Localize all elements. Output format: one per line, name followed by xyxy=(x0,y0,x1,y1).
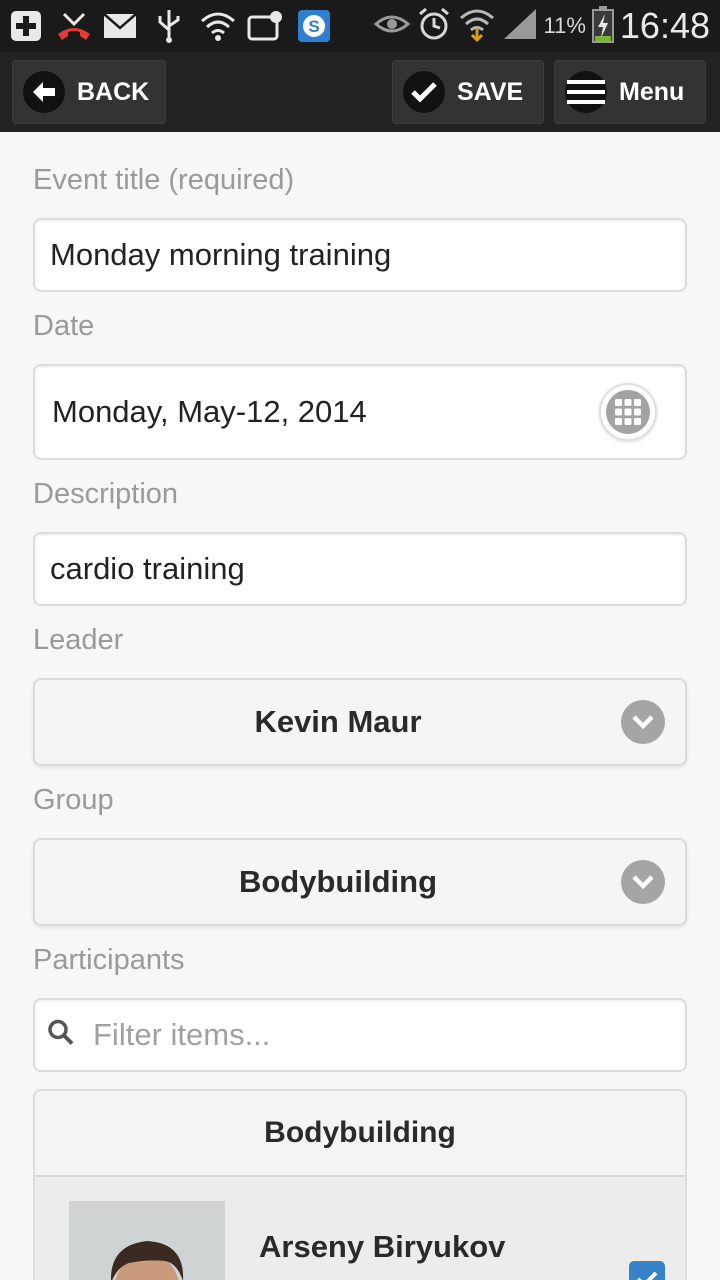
save-label: SAVE xyxy=(457,77,524,106)
nfc-icon xyxy=(246,8,284,44)
avatar xyxy=(69,1201,225,1280)
eye-icon xyxy=(373,10,410,43)
status-right-group: 11% 16:48 xyxy=(373,2,710,50)
leader-label: Leader xyxy=(33,624,124,656)
leader-select[interactable]: Kevin Maur xyxy=(33,678,687,766)
alarm-icon xyxy=(416,6,452,47)
event-title-label: Event title (required) xyxy=(33,164,295,196)
calendar-button[interactable] xyxy=(599,383,657,441)
save-button[interactable]: SAVE xyxy=(392,60,544,124)
description-value: cardio training xyxy=(50,551,245,586)
arrow-left-icon xyxy=(23,71,65,113)
group-select[interactable]: Bodybuilding xyxy=(33,838,687,926)
participant-name: Arseny Biryukov xyxy=(259,1229,506,1264)
group-value: Bodybuilding xyxy=(238,864,438,899)
list-item[interactable]: Arseny Biryukov xyxy=(35,1177,685,1280)
date-field[interactable]: Monday, May-12, 2014 xyxy=(33,364,687,460)
filter-input[interactable] xyxy=(93,1000,673,1070)
back-button[interactable]: BACK xyxy=(12,60,166,124)
add-notification-icon xyxy=(8,8,44,44)
date-value: Monday, May-12, 2014 xyxy=(52,394,367,429)
menu-button[interactable]: Menu xyxy=(554,60,706,124)
list-group-header: Bodybuilding xyxy=(35,1091,685,1177)
description-label: Description xyxy=(33,478,179,510)
chevron-down-icon xyxy=(621,700,665,744)
description-field[interactable]: cardio training xyxy=(33,532,687,606)
svg-text:S: S xyxy=(308,17,319,36)
filter-field[interactable] xyxy=(33,998,687,1072)
date-label: Date xyxy=(33,310,95,342)
event-title-field[interactable]: Monday morning training xyxy=(33,218,687,292)
back-label: BACK xyxy=(77,77,150,106)
hamburger-icon xyxy=(565,71,607,113)
wifi-warning-icon xyxy=(198,8,238,44)
participants-list: Bodybuilding Arseny Biryukov xyxy=(33,1089,687,1280)
group-label: Group xyxy=(33,784,114,816)
missed-call-icon xyxy=(54,8,94,44)
participant-checkbox[interactable] xyxy=(629,1261,665,1280)
email-icon xyxy=(102,8,138,44)
battery-charging-icon xyxy=(591,5,614,48)
leader-value: Kevin Maur xyxy=(254,704,422,739)
menu-label: Menu xyxy=(619,77,685,106)
skype-icon: S xyxy=(296,8,332,44)
calendar-grid-icon xyxy=(606,390,650,434)
search-icon xyxy=(45,1017,77,1054)
wifi-icon xyxy=(458,6,496,47)
status-bar: S 11% 16:48 xyxy=(0,0,720,52)
chevron-down-icon xyxy=(621,860,665,904)
signal-icon xyxy=(502,7,538,46)
event-title-value: Monday morning training xyxy=(50,237,392,272)
action-bar: BACK SAVE Menu xyxy=(0,52,720,132)
checkmark-icon xyxy=(403,71,445,113)
clock: 16:48 xyxy=(619,5,710,46)
usb-icon xyxy=(154,8,184,44)
battery-percent: 11% xyxy=(543,13,586,38)
participants-label: Participants xyxy=(33,944,185,976)
